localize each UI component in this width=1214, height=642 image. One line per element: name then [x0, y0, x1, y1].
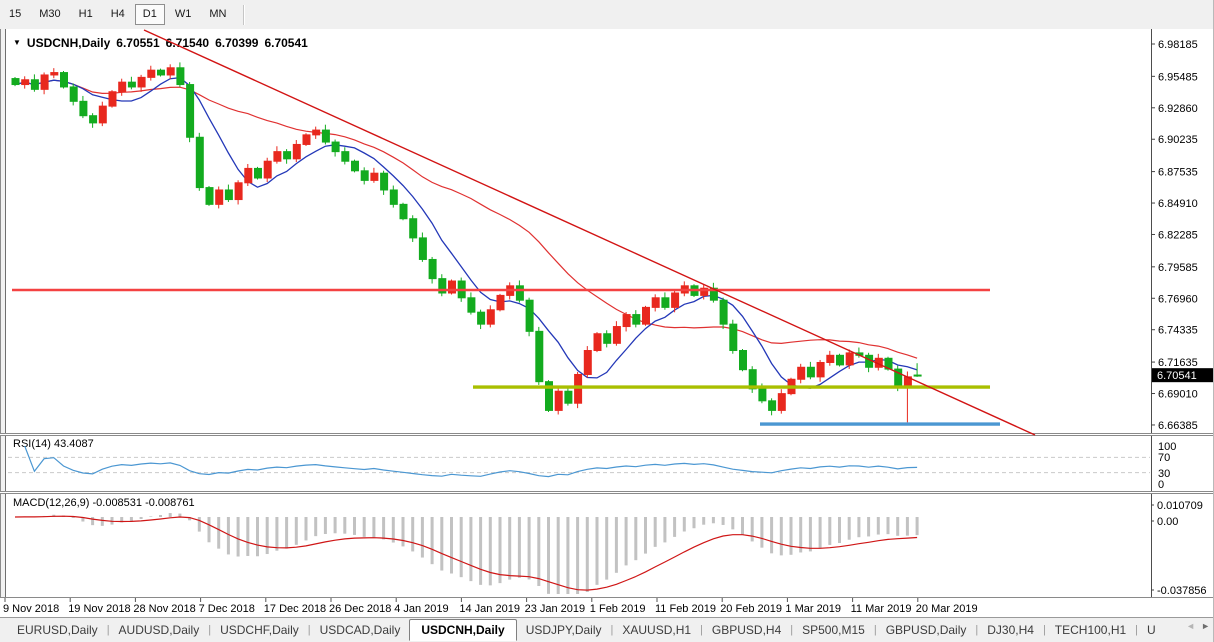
tab-scroll-left-icon[interactable]: ◄: [1186, 621, 1195, 631]
timeframe-button-MN[interactable]: MN: [201, 4, 234, 25]
chart-symbol-label: USDCNH,Daily: [27, 36, 110, 50]
ohlc-low: 6.70399: [215, 36, 258, 50]
tab-USDJPY-Daily[interactable]: USDJPY,Daily: [517, 619, 611, 641]
toolbar-separator: [243, 5, 245, 25]
price-axis-strip: [1151, 29, 1214, 598]
tab-SP500-M15[interactable]: SP500,M15: [793, 619, 874, 641]
rsi-value: 43.4087: [54, 438, 94, 450]
tab-scroll-right-icon[interactable]: ►: [1201, 621, 1210, 631]
tab-XAUUSD-H1[interactable]: XAUUSD,H1: [613, 619, 700, 641]
tab-EURUSD-Daily[interactable]: EURUSD,Daily: [8, 619, 107, 641]
timeframe-button-M30[interactable]: M30: [31, 4, 68, 25]
tab-GBPUSD-Daily[interactable]: GBPUSD,Daily: [877, 619, 976, 641]
macd-indicator-label: MACD(12,26,9) -0.008531 -0.008761: [13, 497, 195, 509]
ohlc-close: 6.70541: [264, 36, 307, 50]
macd-signal-value: -0.008761: [145, 497, 195, 509]
timeframe-button-W1[interactable]: W1: [167, 4, 200, 25]
tab-TECH100-H1[interactable]: TECH100,H1: [1046, 619, 1135, 641]
macd-main-value: -0.008531: [92, 497, 142, 509]
splitter-rsi-macd[interactable]: [0, 491, 1214, 494]
timeframe-button-D1[interactable]: D1: [135, 4, 165, 25]
tab-USDCAD-Daily[interactable]: USDCAD,Daily: [311, 619, 410, 641]
ohlc-open: 6.70551: [116, 36, 159, 50]
timeframe-button-H4[interactable]: H4: [103, 4, 133, 25]
chart-dropdown-icon[interactable]: ▼: [13, 38, 21, 47]
timeframe-toolbar: 15M30H1H4D1W1MN: [0, 0, 1214, 30]
ohlc-high: 6.71540: [166, 36, 209, 50]
tab-USDCHF-Daily[interactable]: USDCHF,Daily: [211, 619, 308, 641]
tab-GBPUSD-H4[interactable]: GBPUSD,H4: [703, 619, 790, 641]
window-left-frame: [0, 29, 6, 598]
splitter-main-rsi[interactable]: [0, 433, 1214, 436]
tab-DJ30-H4[interactable]: DJ30,H4: [978, 619, 1043, 641]
timeframe-buttons: 15M30H1H4D1W1MN: [0, 4, 235, 25]
splitter-macd-dates: [0, 597, 1214, 598]
timeframe-button-H1[interactable]: H1: [71, 4, 101, 25]
terminal-window: 15M30H1H4D1W1MN ▼ USDCNH,Daily 6.70551 6…: [0, 0, 1214, 642]
timeframe-button-15[interactable]: 15: [1, 4, 29, 25]
symbol-tab-bar: EURUSD,Daily|AUDUSD,Daily|USDCHF,Daily|U…: [0, 618, 1214, 642]
rsi-indicator-label: RSI(14) 43.4087: [13, 438, 94, 450]
chart-window: [0, 29, 1214, 618]
macd-name: MACD(12,26,9): [13, 497, 89, 509]
tab-USDCNH-Daily[interactable]: USDCNH,Daily: [409, 619, 516, 641]
chart-title: ▼ USDCNH,Daily 6.70551 6.71540 6.70399 6…: [13, 36, 308, 50]
tab-U[interactable]: U: [1138, 619, 1165, 641]
tab-AUDUSD-Daily[interactable]: AUDUSD,Daily: [110, 619, 209, 641]
tab-scroll-buttons: ◄ ►: [1182, 621, 1210, 631]
rsi-name: RSI(14): [13, 438, 51, 450]
